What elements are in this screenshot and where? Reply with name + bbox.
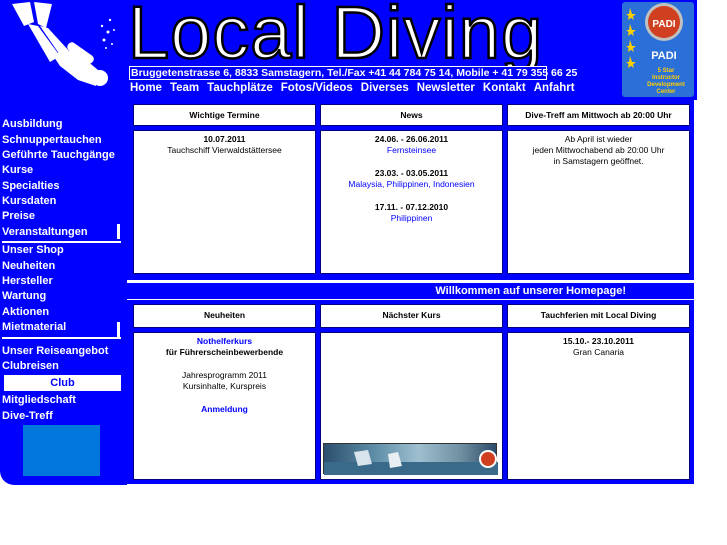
termine-date: 10.07.2011 xyxy=(203,134,246,144)
sidebar-item-clubreisen[interactable]: Clubreisen xyxy=(2,360,59,372)
sidebar-item-veranstaltungen[interactable]: Veranstaltungen xyxy=(2,226,88,238)
dive-treff-header: Dive-Treff am Mittwoch ab 20:00 Uhr xyxy=(507,104,690,126)
padi-mini-icon xyxy=(324,450,498,475)
news-date-2: 23.03. - 03.05.2011 xyxy=(374,168,449,178)
sidebar-item-preise[interactable]: Preise xyxy=(2,210,35,222)
padi-logo-icon: PADI PADI 5 Star Instructor Development … xyxy=(622,2,694,97)
logo-area xyxy=(0,0,127,96)
news-date-1: 24.06. - 26.06.2011 xyxy=(374,134,449,144)
sidebar-divider xyxy=(117,322,120,337)
sidebar-banner xyxy=(23,425,100,476)
sidebar-item-aktionen[interactable]: Aktionen xyxy=(2,306,49,318)
neuheiten-line-3: Jahresprogramm 2011 xyxy=(182,370,267,380)
news-link-1[interactable]: Fernsteinsee xyxy=(321,145,502,156)
sidebar-club-header[interactable]: Club xyxy=(4,375,121,391)
tauchferien-cell: 15.10.- 23.10.2011 Gran Canaria xyxy=(507,332,690,480)
sidebar-item-kursdaten[interactable]: Kursdaten xyxy=(2,195,56,207)
topnav-newsletter[interactable]: Newsletter xyxy=(417,82,475,98)
nothelferkurs-link[interactable]: Nothelferkurs xyxy=(134,336,315,347)
topnav-fotos-videos[interactable]: Fotos/Videos xyxy=(281,82,353,98)
naechster-kurs-header: Nächster Kurs xyxy=(320,304,503,328)
news-cell: 24.06. - 26.06.2011 Fernsteinsee 23.03. … xyxy=(320,130,503,274)
sidebar-item-schnuppertauchen[interactable]: Schnuppertauchen xyxy=(2,134,102,146)
sidebar-item-dive-treff[interactable]: Dive-Treff xyxy=(2,410,53,422)
anmeldung-link[interactable]: Anmeldung xyxy=(134,404,315,415)
neuheiten-line-2: für Führerscheinbewerbende xyxy=(165,347,284,357)
dive-photo xyxy=(323,443,498,475)
neuheiten-header: Neuheiten xyxy=(133,304,316,328)
sidebar-item-kurse[interactable]: Kurse xyxy=(2,164,33,176)
padi-badge: PADI PADI 5 Star Instructor Development … xyxy=(620,2,695,97)
sidebar-item-neuheiten[interactable]: Neuheiten xyxy=(2,260,55,272)
tauchferien-place: Gran Canaria xyxy=(572,347,625,357)
termine-cell: 10.07.2011 Tauchschiff Vierwaldstätterse… xyxy=(133,130,316,274)
sidebar-item-unser-shop[interactable]: Unser Shop xyxy=(2,244,64,256)
sidebar-divider xyxy=(2,241,121,243)
topnav-home[interactable]: Home xyxy=(130,82,162,98)
sidebar-item-mietmaterial[interactable]: Mietmaterial xyxy=(2,321,66,333)
sidebar-item-hersteller[interactable]: Hersteller xyxy=(2,275,53,287)
dive-treff-cell: Ab April ist wieder jeden Mittwochabend … xyxy=(507,130,690,274)
tauchferien-header: Tauchferien mit Local Diving xyxy=(507,304,690,328)
welcome-banner: Willkommen auf unserer Homepage! xyxy=(127,283,694,299)
termine-text: Tauchschiff Vierwaldstättersee xyxy=(167,145,282,155)
padi-line-2: Instructor xyxy=(652,75,681,81)
tauchferien-date: 15.10.- 23.10.2011 xyxy=(563,336,634,346)
site-title: Local Diving xyxy=(127,0,544,75)
sidebar-item-gefuehrte-tauchgaenge[interactable]: Geführte Tauchgänge xyxy=(2,149,115,161)
padi-line-3: Development xyxy=(647,82,685,88)
dive-treff-line-2: jeden Mittwochabend ab 20:00 Uhr xyxy=(532,145,665,155)
padi-line-1: 5 Star xyxy=(658,68,675,74)
topnav-team[interactable]: Team xyxy=(170,82,199,98)
topnav-kontakt[interactable]: Kontakt xyxy=(483,82,526,98)
top-navigation: Home Team Tauchplätze Fotos/Videos Diver… xyxy=(130,82,583,98)
news-link-3[interactable]: Philippinen xyxy=(321,213,502,224)
sidebar-item-mitgliedschaft[interactable]: Mitgliedschaft xyxy=(2,394,76,406)
sidebar-divider xyxy=(2,337,121,339)
news-header: News xyxy=(320,104,503,126)
termine-header: Wichtige Termine xyxy=(133,104,316,126)
sidebar-item-specialties[interactable]: Specialties xyxy=(2,180,59,192)
padi-line-4: Center xyxy=(656,89,676,95)
diver-logo-icon xyxy=(12,2,115,86)
sidebar-item-wartung[interactable]: Wartung xyxy=(2,290,46,302)
neuheiten-cell: Nothelferkurs für Führerscheinbewerbende… xyxy=(133,332,316,480)
news-link-2[interactable]: Malaysia, Philippinen, Indonesien xyxy=(321,179,502,190)
sidebar-item-ausbildung[interactable]: Ausbildung xyxy=(2,118,63,130)
news-date-3: 17.11. - 07.12.2010 xyxy=(374,202,449,212)
sidebar-divider xyxy=(117,224,120,239)
topnav-tauchplaetze[interactable]: Tauchplätze xyxy=(207,82,273,98)
sidebar-item-unser-reiseangebot[interactable]: Unser Reiseangebot xyxy=(2,345,108,357)
left-sidebar: Ausbildung Schnuppertauchen Geführte Tau… xyxy=(0,96,127,485)
svg-text:PADI: PADI xyxy=(652,19,675,30)
dive-treff-line-3: in Samstagern geöffnet. xyxy=(553,156,644,166)
padi-text: PADI xyxy=(651,50,676,62)
neuheiten-line-4: Kursinhalte, Kurspreis xyxy=(182,381,267,391)
address-line: Bruggetenstrasse 6, 8833 Samstagern, Tel… xyxy=(129,66,578,80)
dive-treff-line-1: Ab April ist wieder xyxy=(564,134,633,144)
topnav-anfahrt[interactable]: Anfahrt xyxy=(534,82,575,98)
topnav-diverses[interactable]: Diverses xyxy=(361,82,409,98)
